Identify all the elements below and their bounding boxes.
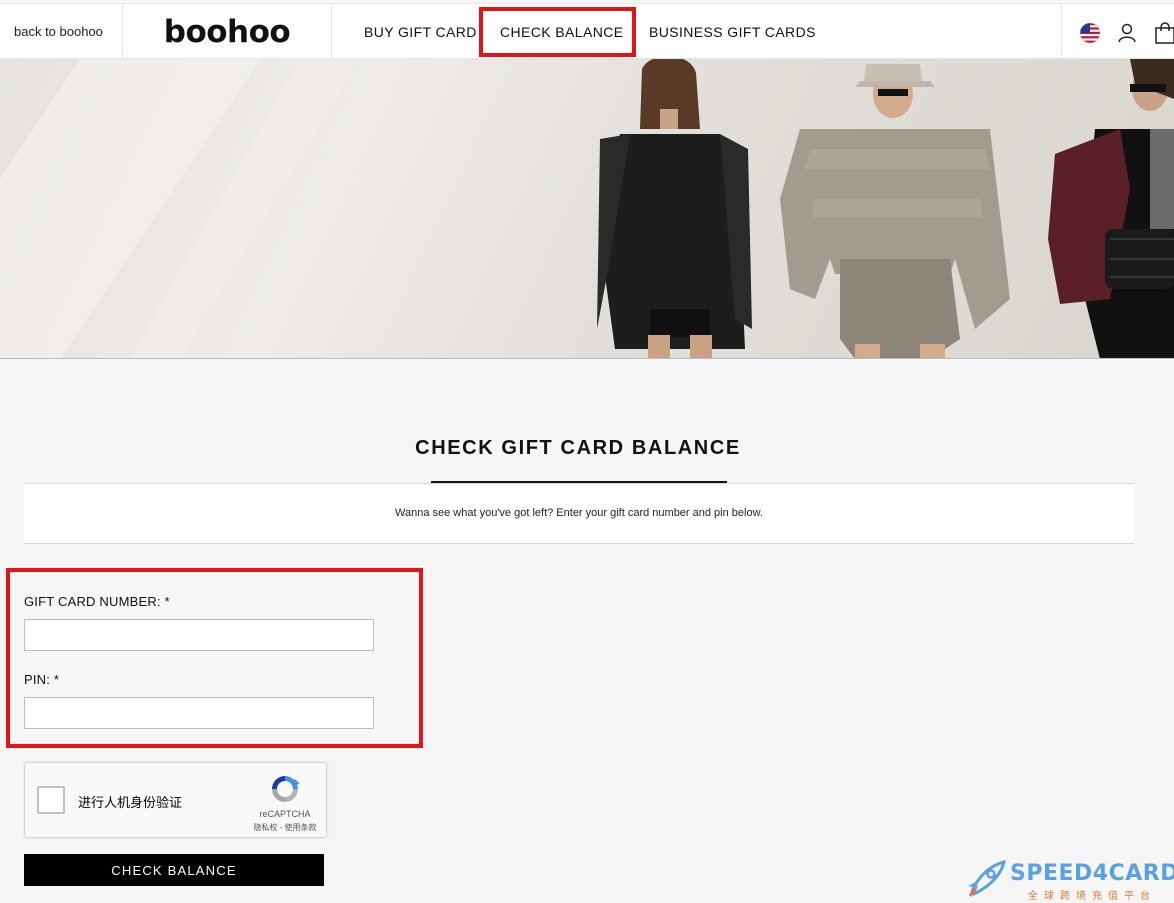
intro-text: Wanna see what you've got left? Enter yo… xyxy=(395,507,763,519)
gift-card-number-input[interactable] xyxy=(24,619,374,651)
recaptcha-label: 进行人机身份验证 xyxy=(78,795,183,810)
page-title: CHECK GIFT CARD BALANCE xyxy=(415,437,741,459)
intro-box: Wanna see what you've got left? Enter yo… xyxy=(24,483,1134,544)
check-balance-button[interactable]: CHECK BALANCE xyxy=(24,854,324,886)
recaptcha-logo-icon xyxy=(272,776,300,802)
model-1 xyxy=(597,59,752,358)
header-icons xyxy=(1061,4,1174,59)
model-3 xyxy=(1048,59,1174,358)
watermark-subtitle: 全球跨境充值平台 xyxy=(1028,891,1156,902)
pin-input[interactable] xyxy=(24,697,374,729)
hero-banner xyxy=(0,59,1174,359)
account-icon[interactable] xyxy=(1116,22,1138,44)
shopping-bag-icon[interactable] xyxy=(1154,22,1174,44)
recaptcha-terms-link[interactable]: 隐私权 - 使用条款 xyxy=(247,822,323,833)
nav-business-gift-cards[interactable]: BUSINESS GIFT CARDS xyxy=(649,4,816,59)
pin-label: PIN: * xyxy=(24,672,60,687)
gift-card-number-label: GIFT CARD NUMBER: * xyxy=(24,594,170,609)
speed4card-watermark: SPEED4CARD 全球跨境充值平台 xyxy=(966,858,1174,902)
recaptcha-checkbox[interactable] xyxy=(37,786,65,814)
watermark-name: SPEED4CARD xyxy=(1010,861,1174,886)
site-header: back to boohoo boohoo BUY GIFT CARD CHEC… xyxy=(0,3,1174,59)
check-balance-highlight-box xyxy=(479,7,636,57)
logo-cell[interactable]: boohoo xyxy=(123,4,332,59)
back-to-boohoo-link[interactable]: back to boohoo xyxy=(0,4,123,59)
hero-models-illustration xyxy=(0,59,1174,358)
us-flag-icon[interactable] xyxy=(1079,22,1101,44)
model-2 xyxy=(780,64,1010,358)
recaptcha-widget: 进行人机身份验证 reCAPTCHA 隐私权 - 使用条款 xyxy=(24,762,327,838)
rocket-icon xyxy=(968,860,1006,897)
boohoo-logo[interactable]: boohoo xyxy=(164,14,291,50)
nav-buy-gift-card[interactable]: BUY GIFT CARD xyxy=(364,4,477,59)
recaptcha-brand: reCAPTCHA xyxy=(259,809,311,819)
